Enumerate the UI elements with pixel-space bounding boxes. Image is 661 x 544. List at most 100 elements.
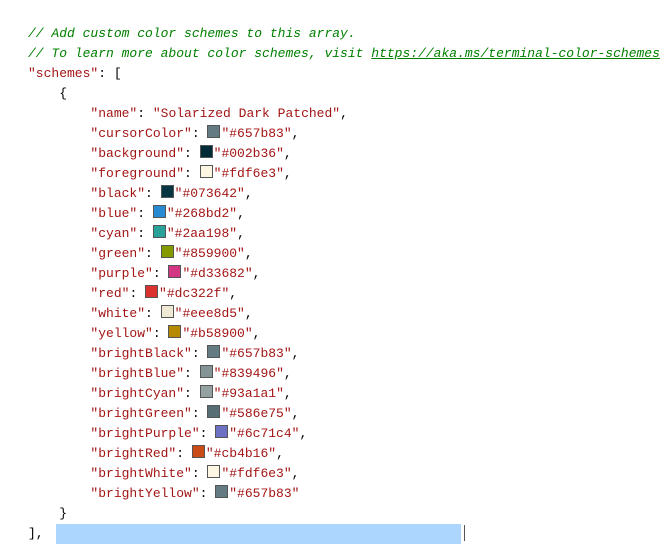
json-colon: :: [145, 246, 161, 261]
json-comma: ,: [245, 246, 253, 261]
json-comma: ,: [299, 426, 307, 441]
json-key: "brightPurple": [90, 426, 199, 441]
json-comma: ,: [284, 166, 292, 181]
code-editor-content[interactable]: // Add custom color schemes to this arra…: [0, 4, 661, 544]
json-comma: ,: [237, 226, 245, 241]
json-string-value: "#93a1a1": [214, 386, 284, 401]
color-swatch-icon: [153, 205, 166, 218]
comment-line-2: // To learn more about color schemes, vi…: [28, 46, 660, 61]
json-punct: : [: [98, 66, 121, 81]
json-close-brace: }: [59, 506, 67, 521]
text-selection-highlight: [56, 524, 461, 544]
json-colon: :: [137, 226, 153, 241]
json-string-value: "#002b36": [214, 146, 284, 161]
json-comma: ,: [253, 326, 261, 341]
json-key: "background": [90, 146, 184, 161]
color-swatch-icon: [200, 385, 213, 398]
text-cursor: [464, 525, 465, 541]
json-key: "brightBlack": [90, 346, 191, 361]
json-comma: ,: [276, 446, 284, 461]
color-swatch-icon: [215, 485, 228, 498]
json-comma: ,: [284, 146, 292, 161]
json-string-value: "#657b83": [221, 346, 291, 361]
json-string-value: "#fdf6e3": [221, 466, 291, 481]
json-colon: :: [184, 366, 200, 381]
json-key: "name": [90, 106, 137, 121]
json-string-value: "#073642": [175, 186, 245, 201]
json-colon: :: [200, 486, 216, 501]
comment-link[interactable]: https://aka.ms/terminal-color-schemes: [371, 46, 660, 61]
json-comma: ,: [284, 386, 292, 401]
color-swatch-icon: [207, 465, 220, 478]
json-colon: :: [153, 326, 169, 341]
json-colon: :: [192, 406, 208, 421]
json-key: "cursorColor": [90, 126, 191, 141]
json-key: "red": [90, 286, 129, 301]
json-key: "brightWhite": [90, 466, 191, 481]
json-colon: :: [153, 266, 169, 281]
json-key-schemes: "schemes": [28, 66, 98, 81]
json-comma: ,: [253, 266, 261, 281]
color-swatch-icon: [192, 445, 205, 458]
json-colon: :: [184, 146, 200, 161]
color-swatch-icon: [207, 125, 220, 138]
json-colon: :: [137, 106, 153, 121]
json-string-value: "#dc322f": [159, 286, 229, 301]
json-colon: :: [145, 186, 161, 201]
color-swatch-icon: [207, 345, 220, 358]
json-key: "green": [90, 246, 145, 261]
json-open-brace: {: [59, 86, 67, 101]
json-string-value: "#839496": [214, 366, 284, 381]
json-comma: ,: [292, 346, 300, 361]
color-swatch-icon: [215, 425, 228, 438]
json-key: "yellow": [90, 326, 152, 341]
json-colon: :: [200, 426, 216, 441]
json-colon: :: [145, 306, 161, 321]
json-string-value: "#cb4b16": [206, 446, 276, 461]
json-colon: :: [192, 466, 208, 481]
json-string-value: "Solarized Dark Patched": [153, 106, 340, 121]
color-swatch-icon: [168, 325, 181, 338]
json-key: "blue": [90, 206, 137, 221]
color-swatch-icon: [145, 285, 158, 298]
color-swatch-icon: [200, 165, 213, 178]
color-swatch-icon: [207, 405, 220, 418]
json-string-value: "#fdf6e3": [214, 166, 284, 181]
json-comma: ,: [292, 406, 300, 421]
color-swatch-icon: [153, 225, 166, 238]
json-string-value: "#d33682": [182, 266, 252, 281]
json-comma: ,: [292, 466, 300, 481]
color-swatch-icon: [161, 185, 174, 198]
color-swatch-icon: [161, 305, 174, 318]
json-comma: ,: [284, 366, 292, 381]
json-colon: :: [176, 446, 192, 461]
json-comma: ,: [237, 206, 245, 221]
comment-line-1: // Add custom color schemes to this arra…: [28, 26, 356, 41]
color-swatch-icon: [200, 145, 213, 158]
json-colon: :: [192, 126, 208, 141]
color-swatch-icon: [168, 265, 181, 278]
color-swatch-icon: [161, 245, 174, 258]
json-comma: ,: [340, 106, 348, 121]
color-swatch-icon: [200, 365, 213, 378]
json-key: "brightRed": [90, 446, 176, 461]
json-string-value: "#6c71c4": [229, 426, 299, 441]
json-key: "foreground": [90, 166, 184, 181]
json-key: "cyan": [90, 226, 137, 241]
json-comma: ,: [245, 186, 253, 201]
json-key: "purple": [90, 266, 152, 281]
json-key: "brightBlue": [90, 366, 184, 381]
json-comma: ,: [229, 286, 237, 301]
json-key: "brightCyan": [90, 386, 184, 401]
json-colon: :: [137, 206, 153, 221]
json-colon: :: [184, 386, 200, 401]
json-string-value: "#2aa198": [167, 226, 237, 241]
json-string-value: "#eee8d5": [175, 306, 245, 321]
json-comma: ,: [245, 306, 253, 321]
json-colon: :: [192, 346, 208, 361]
json-string-value: "#859900": [175, 246, 245, 261]
json-comma: ,: [292, 126, 300, 141]
json-colon: :: [184, 166, 200, 181]
json-string-value: "#268bd2": [167, 206, 237, 221]
json-key: "black": [90, 186, 145, 201]
